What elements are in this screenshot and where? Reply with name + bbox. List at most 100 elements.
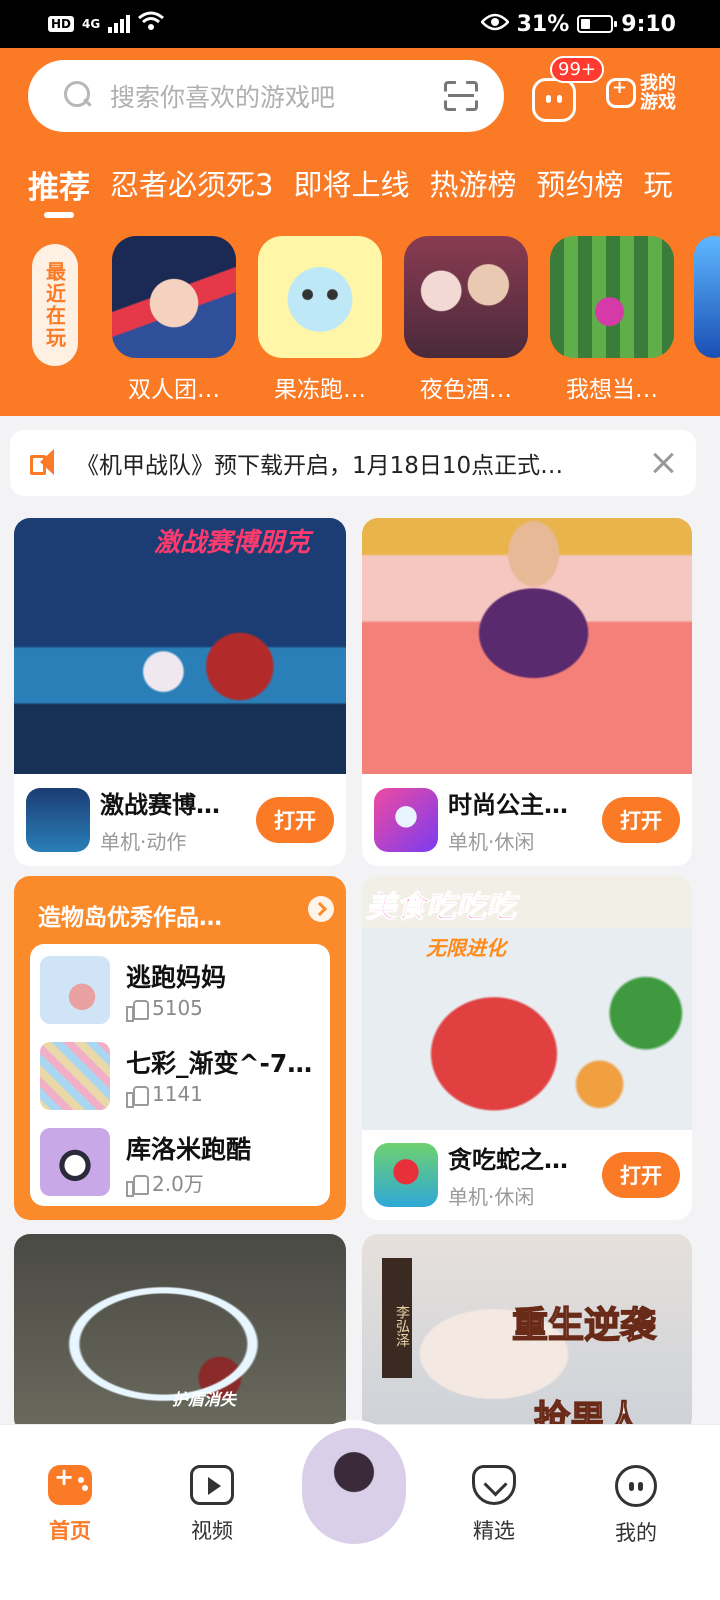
recent-game-name: 双人团… (128, 377, 220, 403)
nav-mine[interactable]: 我的 (586, 1465, 686, 1547)
game-card[interactable]: 激战赛博朋克 激战赛博… 单机·动作 打开 (14, 518, 346, 866)
game-card[interactable]: 时尚公主… 单机·休闲 打开 (362, 518, 692, 866)
eye-icon (479, 12, 510, 37)
tab-recommend[interactable]: 推荐 (28, 162, 90, 218)
nav-label: 我的 (615, 1521, 657, 1545)
profile-face-icon (615, 1465, 657, 1507)
game-banner: 美食吃吃吃 无限进化 (362, 876, 692, 1130)
battery-percent: 31% (516, 11, 570, 37)
creation-item[interactable]: 库洛米跑酷 2.0万 (40, 1128, 324, 1198)
tab-ninja[interactable]: 忍者必须死3 (110, 162, 273, 207)
creation-name: 逃跑妈妈 (126, 963, 227, 992)
battery-icon (577, 15, 618, 33)
nav-video[interactable]: 视频 (162, 1465, 262, 1545)
game-icon (374, 1143, 438, 1207)
message-badge: 99+ (550, 56, 604, 83)
game-title: 贪吃蛇之… (448, 1146, 568, 1174)
category-tabs: 推荐 忍者必须死3 即将上线 热游榜 预约榜 玩 (28, 162, 673, 218)
banner-caption: 激战赛博朋克 (154, 528, 311, 558)
like-count: 2.0万 (152, 1172, 204, 1196)
creation-thumb (40, 1042, 110, 1110)
announcement-bar[interactable]: 《机甲战队》预下载开启，1月18日10点正式… (10, 430, 696, 496)
creation-item[interactable]: 七彩_渐变^-7… 1141 (40, 1042, 324, 1112)
game-icon (112, 236, 236, 358)
creation-title: 造物岛优秀作品… (38, 905, 222, 931)
gamepad-icon (606, 77, 636, 108)
creation-name: 七彩_渐变^-7… (126, 1049, 313, 1078)
my-games-label: 我的游戏 (640, 73, 676, 113)
game-banner: 激战赛博朋克 (14, 518, 346, 774)
thumb-up-icon (126, 1173, 149, 1197)
open-button[interactable]: 打开 (602, 1152, 680, 1198)
recent-game-partial[interactable] (694, 236, 720, 358)
thumb-up-icon (126, 998, 149, 1022)
recent-game[interactable]: 双人团… (112, 236, 236, 404)
game-title: 激战赛博… (100, 791, 220, 819)
creation-item[interactable]: 逃跑妈妈 5105 (40, 956, 324, 1026)
banner-caption: 重生逆袭 (511, 1304, 657, 1347)
banner-caption-secondary: 无限进化 (426, 936, 506, 960)
creation-showcase[interactable]: 造物岛优秀作品… 逃跑妈妈 5105 七彩_渐变^-7… 1141 库洛米跑酷 … (14, 876, 346, 1220)
message-icon (532, 78, 576, 122)
game-banner (362, 518, 692, 774)
search-placeholder: 搜索你喜欢的游戏吧 (110, 83, 336, 112)
nav-label: 视频 (191, 1519, 233, 1543)
speaker-icon (30, 449, 60, 477)
recent-game-name: 我想当… (566, 377, 658, 403)
open-button[interactable]: 打开 (602, 797, 680, 843)
game-card[interactable]: 重生逆袭 抢男人 李弘泽 (362, 1234, 692, 1434)
my-games-button[interactable]: 我的游戏 (606, 74, 680, 112)
game-card[interactable]: 护盾消失 (14, 1234, 346, 1434)
tab-preorder-chart[interactable]: 预约榜 (536, 162, 623, 207)
creation-list: 逃跑妈妈 5105 七彩_渐变^-7… 1141 库洛米跑酷 2.0万 (30, 944, 330, 1206)
nav-label: 精选 (473, 1519, 515, 1543)
gamepad-icon (48, 1463, 92, 1505)
banner-caption: 美食吃吃吃 (366, 890, 517, 926)
messages-button[interactable]: 99+ (532, 56, 604, 122)
signal-icon (108, 15, 131, 33)
close-icon[interactable] (650, 450, 676, 476)
open-button[interactable]: 打开 (256, 797, 334, 843)
like-count: 1141 (152, 1082, 203, 1106)
creation-thumb (40, 956, 110, 1024)
character-name-tag: 李弘泽 (382, 1258, 412, 1378)
center-avatar-button[interactable] (298, 1420, 410, 1550)
status-bar: HD 4G 31% 9:10 (0, 0, 720, 48)
recent-game[interactable]: 夜色酒… (404, 236, 528, 404)
game-icon (258, 236, 382, 358)
recent-game-name: 夜色酒… (420, 377, 512, 403)
network-type: 4G (82, 17, 101, 31)
nav-label: 首页 (49, 1519, 91, 1543)
hd-icon: HD (48, 16, 75, 32)
nav-home[interactable]: 首页 (20, 1463, 120, 1545)
banner-caption: 护盾消失 (172, 1390, 237, 1409)
tab-more[interactable]: 玩 (644, 162, 673, 207)
clock: 9:10 (621, 11, 676, 37)
heart-icon (472, 1465, 516, 1505)
like-count: 5105 (152, 996, 203, 1020)
game-icon (26, 788, 90, 852)
wifi-icon (138, 11, 165, 37)
game-banner: 护盾消失 (14, 1234, 346, 1434)
thumb-up-icon (126, 1084, 149, 1108)
creation-name: 库洛米跑酷 (126, 1135, 252, 1164)
recent-label: 最近在玩 (32, 244, 78, 366)
tab-coming-soon[interactable]: 即将上线 (293, 162, 409, 207)
avatar (302, 1428, 406, 1544)
search-icon (64, 81, 94, 111)
search-input[interactable]: 搜索你喜欢的游戏吧 (28, 60, 504, 132)
game-card[interactable]: 美食吃吃吃 无限进化 贪吃蛇之… 单机·休闲 打开 (362, 876, 692, 1220)
tab-hot-chart[interactable]: 热游榜 (429, 162, 516, 207)
recent-game[interactable]: 我想当… (550, 236, 674, 404)
recent-game[interactable]: 果冻跑… (258, 236, 382, 404)
game-banner: 重生逆袭 抢男人 李弘泽 (362, 1234, 692, 1434)
chevron-right-icon[interactable] (308, 896, 334, 922)
game-icon (550, 236, 674, 358)
game-title: 时尚公主… (448, 791, 568, 819)
game-category: 单机·休闲 (448, 1185, 535, 1209)
game-category: 单机·休闲 (448, 830, 535, 854)
scan-icon[interactable] (444, 81, 478, 111)
nav-featured[interactable]: 精选 (444, 1465, 544, 1545)
game-icon (374, 788, 438, 852)
play-icon (190, 1465, 234, 1505)
